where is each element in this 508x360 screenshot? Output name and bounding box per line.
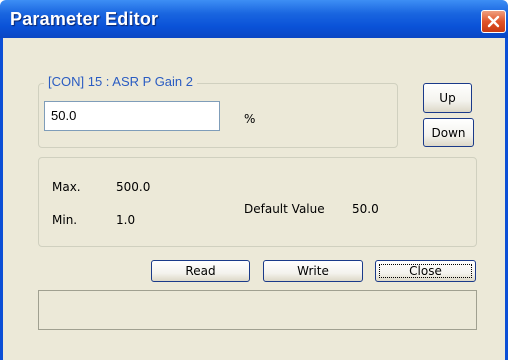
unit-label: %: [244, 112, 256, 126]
title-bar[interactable]: Parameter Editor: [0, 0, 508, 38]
focus-rectangle: [379, 264, 472, 278]
default-value-label: Default Value: [244, 202, 325, 216]
close-button[interactable]: Close: [375, 260, 476, 282]
close-icon: [487, 15, 500, 28]
max-label: Max.: [52, 180, 81, 194]
write-button[interactable]: Write: [263, 260, 363, 282]
down-button[interactable]: Down: [423, 118, 474, 147]
min-label: Min.: [52, 213, 78, 227]
status-message-box: [38, 290, 477, 330]
read-button-label: Read: [185, 264, 216, 278]
default-value: 50.0: [352, 202, 379, 216]
window-close-button[interactable]: [481, 10, 506, 33]
read-button[interactable]: Read: [151, 260, 250, 282]
window-title: Parameter Editor: [10, 9, 159, 29]
max-value: 500.0: [116, 180, 151, 194]
up-button[interactable]: Up: [423, 83, 472, 113]
parameter-editor-window: Parameter Editor [CON] 15 : ASR P Gain 2…: [0, 0, 508, 360]
parameter-value-input[interactable]: 50.0: [44, 101, 220, 131]
min-value: 1.0: [116, 213, 136, 227]
up-button-label: Up: [439, 91, 456, 105]
parameter-group-label: [CON] 15 : ASR P Gain 2: [44, 74, 197, 89]
down-button-label: Down: [431, 126, 466, 140]
write-button-label: Write: [297, 264, 329, 278]
